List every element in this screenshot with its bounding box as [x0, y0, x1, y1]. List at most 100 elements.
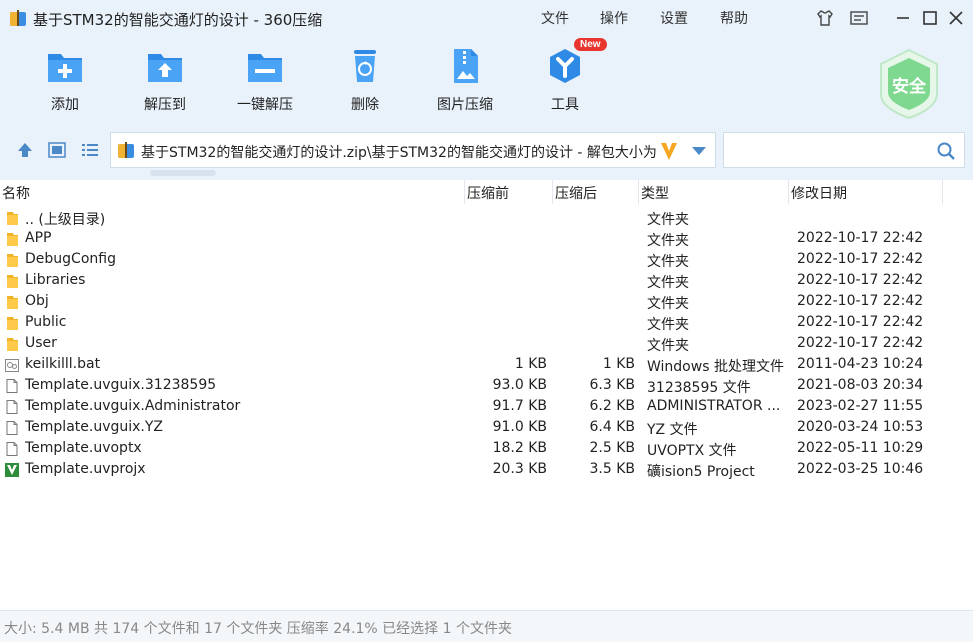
file-row[interactable]: Template.uvguix.YZ 91.0 KB 6.4 KB YZ 文件 2020… [0, 418, 973, 439]
extract-icon [148, 54, 182, 82]
column-compressed[interactable]: 压缩后 [555, 183, 597, 203]
keil-project-icon [5, 463, 19, 477]
file-modified: 2022-10-17 22:42 [797, 230, 924, 246]
image-compress-button[interactable]: 图片压缩 [425, 46, 505, 116]
file-type: 文件夹 [647, 338, 689, 354]
up-arrow-icon[interactable] [15, 140, 35, 160]
file-type: 文件夹 [647, 233, 689, 249]
file-compressed-size: 2.5 KB [589, 440, 636, 456]
file-row[interactable]: Public 文件夹 2022-10-17 22:42 [0, 313, 973, 334]
menu-operation[interactable]: 操作 [600, 8, 628, 28]
file-modified: 2022-10-17 22:42 [797, 272, 924, 288]
chevron-down-icon[interactable] [691, 145, 707, 157]
file-name: User [25, 335, 57, 351]
file-type: Windows 批处理文件 [647, 359, 784, 375]
file-modified: 2022-10-17 22:42 [797, 314, 924, 330]
path-bar[interactable]: 基于STM32的智能交通灯的设计.zip\基于STM32的智能交通灯的设计 - … [110, 132, 716, 168]
folder-icon [7, 296, 18, 309]
file-type: UVOPTX 文件 [647, 443, 737, 459]
file-modified: 2022-10-17 22:42 [797, 293, 924, 309]
column-divider[interactable] [464, 180, 465, 204]
file-name: Template.uvguix.YZ [25, 419, 164, 435]
file-row[interactable]: Template.uvguix.31238595 93.0 KB 6.3 KB 312… [0, 376, 973, 397]
menu-file[interactable]: 文件 [541, 8, 569, 28]
column-divider[interactable] [942, 180, 943, 204]
file-name: Template.uvprojx [25, 461, 146, 477]
file-type: 文件夹 [647, 296, 689, 312]
column-divider[interactable] [638, 180, 639, 204]
file-row[interactable]: Obj 文件夹 2022-10-17 22:42 [0, 292, 973, 313]
file-row[interactable]: Template.uvoptx 18.2 KB 2.5 KB UVOPTX 文件 202… [0, 439, 973, 460]
file-size: 91.0 KB [492, 419, 547, 435]
list-view-icon[interactable] [80, 140, 100, 160]
file-name: .. (上级目录) [25, 212, 106, 228]
security-shield[interactable]: 安全 [876, 48, 942, 120]
file-row[interactable]: DebugConfig 文件夹 2022-10-17 22:42 [0, 250, 973, 271]
search-icon[interactable] [936, 141, 956, 161]
feedback-icon[interactable] [849, 8, 869, 28]
zip-archive-icon [118, 142, 134, 158]
one-click-extract-icon [248, 54, 282, 82]
close-icon[interactable] [946, 8, 966, 28]
maximize-icon[interactable] [920, 8, 940, 28]
file-modified: 2022-05-11 10:29 [797, 440, 924, 456]
column-type[interactable]: 类型 [641, 183, 669, 203]
file-name: Template.uvoptx [25, 440, 142, 456]
skin-icon[interactable] [815, 8, 835, 28]
recycle-bin-icon [354, 50, 376, 82]
folder-icon [7, 275, 18, 288]
path-scrollbar[interactable] [150, 170, 216, 176]
file-row[interactable]: Template.uvguix.Administrator 91.7 KB 6.2 … [0, 397, 973, 418]
tools-icon [550, 49, 580, 83]
document-icon [6, 442, 18, 456]
file-modified: 2020-03-24 10:53 [797, 419, 924, 435]
file-modified: 2022-10-17 22:42 [797, 335, 924, 351]
file-modified: 2022-10-17 22:42 [797, 251, 924, 267]
add-button[interactable]: 添加 [25, 46, 105, 116]
file-row[interactable]: User 文件夹 2022-10-17 22:42 [0, 334, 973, 355]
file-name: keilkilll.bat [25, 356, 101, 372]
file-type: 文件夹 [647, 254, 689, 270]
window-title: 基于STM32的智能交通灯的设计 - 360压缩 [33, 11, 323, 29]
file-type: 文件夹 [647, 212, 689, 228]
vip-v-icon[interactable] [659, 140, 679, 162]
file-name: Public [25, 314, 67, 330]
file-type: YZ 文件 [647, 422, 698, 438]
status-bar: 大小: 5.4 MB 共 174 个文件和 17 个文件夹 压缩率 24.1% … [0, 610, 973, 642]
file-row[interactable]: Libraries 文件夹 2022-10-17 22:42 [0, 271, 973, 292]
search-input[interactable] [723, 132, 965, 168]
one-click-extract-button[interactable]: 一键解压 [225, 46, 305, 116]
batch-file-icon [5, 359, 19, 372]
file-row[interactable]: APP 文件夹 2022-10-17 22:42 [0, 229, 973, 250]
minimize-icon[interactable] [893, 8, 913, 28]
file-row[interactable]: keilkilll.bat 1 KB 1 KB Windows 批处理文件 2011-0… [0, 355, 973, 376]
file-compressed-size: 6.4 KB [589, 419, 636, 435]
file-size: 18.2 KB [492, 440, 547, 456]
column-divider[interactable] [788, 180, 789, 204]
column-divider[interactable] [552, 180, 553, 204]
add-icon [48, 54, 82, 82]
thumbnail-view-icon[interactable] [47, 140, 67, 160]
file-row[interactable]: Template.uvprojx 20.3 KB 3.5 KB 礦ision5 Pro… [0, 460, 973, 481]
file-compressed-size: 6.2 KB [589, 398, 636, 414]
delete-button[interactable]: 删除 [325, 46, 405, 116]
file-list: 名称 压缩前 压缩后 类型 修改日期 .. (上级目录) 文件夹 APP 文件夹 202… [0, 180, 973, 610]
file-modified: 2023-02-27 11:55 [797, 398, 924, 414]
file-name: APP [25, 230, 52, 246]
menu-settings[interactable]: 设置 [660, 8, 688, 28]
file-size: 1 KB [514, 356, 547, 372]
column-name[interactable]: 名称 [2, 183, 30, 203]
menu-help[interactable]: 帮助 [720, 8, 748, 28]
tools-button[interactable]: New 工具 [525, 38, 607, 116]
path-text[interactable]: 基于STM32的智能交通灯的设计.zip\基于STM32的智能交通灯的设计 - … [141, 142, 659, 162]
file-row[interactable]: .. (上级目录) 文件夹 [0, 208, 973, 229]
column-modified[interactable]: 修改日期 [791, 183, 847, 203]
folder-icon [7, 254, 18, 267]
folder-icon [7, 233, 18, 246]
safe-label: 安全 [892, 77, 926, 97]
extract-to-button[interactable]: 解压到 [125, 46, 205, 116]
file-compressed-size: 1 KB [602, 356, 635, 372]
column-size[interactable]: 压缩前 [467, 183, 509, 203]
file-size: 20.3 KB [492, 461, 547, 477]
file-name: Libraries [25, 272, 86, 288]
